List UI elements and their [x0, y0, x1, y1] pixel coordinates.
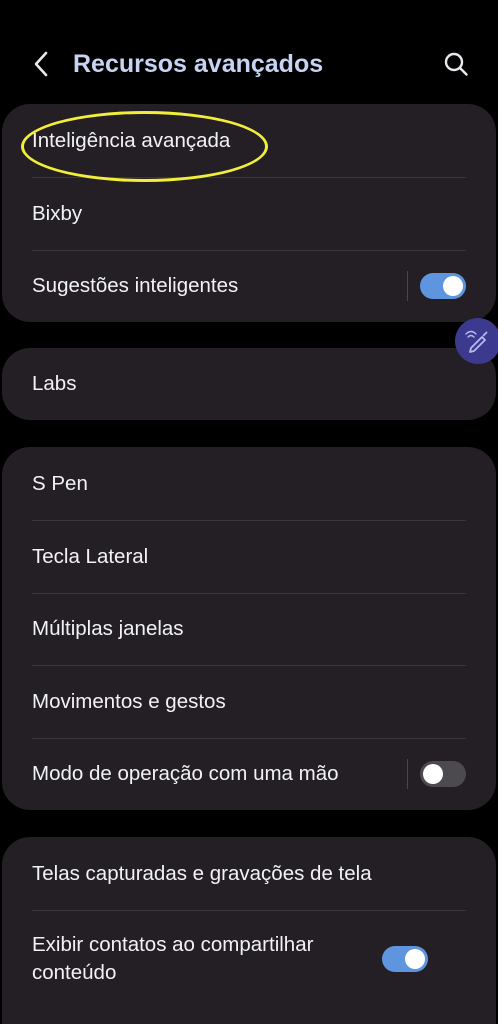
toggle-area: [382, 910, 428, 1008]
settings-group-labs: Labs: [2, 348, 496, 420]
settings-item-label: Telas capturadas e gravações de tela: [32, 861, 372, 885]
settings-item-modo-operacao-uma-mao[interactable]: Modo de operação com uma mão: [2, 738, 496, 810]
toggle-divider: [407, 271, 408, 301]
settings-item-label: Exibir contatos ao compartilhar conteúdo: [32, 933, 314, 984]
page-title: Recursos avançados: [73, 50, 324, 78]
settings-item-label: Bixby: [32, 201, 83, 225]
search-icon: [444, 52, 468, 76]
toggle-knob: [423, 764, 443, 784]
settings-item-s-pen[interactable]: S Pen: [2, 447, 496, 520]
settings-item-tecla-lateral[interactable]: Tecla Lateral: [2, 520, 496, 593]
settings-item-inteligencia-avancada[interactable]: Inteligência avançada: [2, 104, 496, 177]
toggle-knob: [443, 276, 463, 296]
settings-item-label: S Pen: [32, 471, 88, 495]
settings-item-label: Modo de operação com uma mão: [32, 762, 339, 785]
pen-icon: [465, 330, 488, 353]
settings-item-label: Labs: [32, 372, 77, 395]
settings-group-device: S Pen Tecla Lateral Múltiplas janelas Mo…: [2, 447, 496, 810]
floating-pen-button[interactable]: [455, 318, 498, 364]
back-button[interactable]: [24, 44, 58, 84]
settings-item-telas-capturadas[interactable]: Telas capturadas e gravações de tela: [2, 837, 496, 910]
settings-item-label: Sugestões inteligentes: [32, 274, 239, 297]
settings-item-movimentos-e-gestos[interactable]: Movimentos e gestos: [2, 665, 496, 738]
top-app-bar: Recursos avançados: [0, 0, 498, 104]
search-button[interactable]: [438, 44, 474, 84]
settings-item-multiplas-janelas[interactable]: Múltiplas janelas: [2, 593, 496, 665]
settings-item-label: Tecla Lateral: [32, 544, 149, 568]
sugestoes-inteligentes-toggle[interactable]: [420, 273, 466, 299]
modo-operacao-uma-mao-toggle[interactable]: [420, 761, 466, 787]
settings-item-label: Movimentos e gestos: [32, 689, 226, 713]
settings-item-exibir-contatos[interactable]: Exibir contatos ao compartilhar conteúdo: [2, 910, 496, 1008]
toggle-divider: [407, 759, 408, 789]
settings-item-bixby[interactable]: Bixby: [2, 177, 496, 250]
settings-item-sugestoes-inteligentes[interactable]: Sugestões inteligentes: [2, 250, 496, 322]
settings-screen: Recursos avançados Inteligência avançada…: [0, 0, 498, 1024]
exibir-contatos-toggle[interactable]: [382, 946, 428, 972]
settings-item-labs[interactable]: Labs: [2, 348, 496, 420]
settings-item-label: Inteligência avançada: [32, 128, 231, 152]
settings-group-intelligence: Inteligência avançada Bixby Sugestões in…: [2, 104, 496, 322]
chevron-left-icon: [34, 51, 48, 77]
toggle-area: [407, 250, 466, 322]
settings-group-sharing: Telas capturadas e gravações de tela Exi…: [2, 837, 496, 1024]
toggle-area: [407, 738, 466, 810]
settings-item-label: Múltiplas janelas: [32, 617, 184, 640]
toggle-knob: [405, 949, 425, 969]
